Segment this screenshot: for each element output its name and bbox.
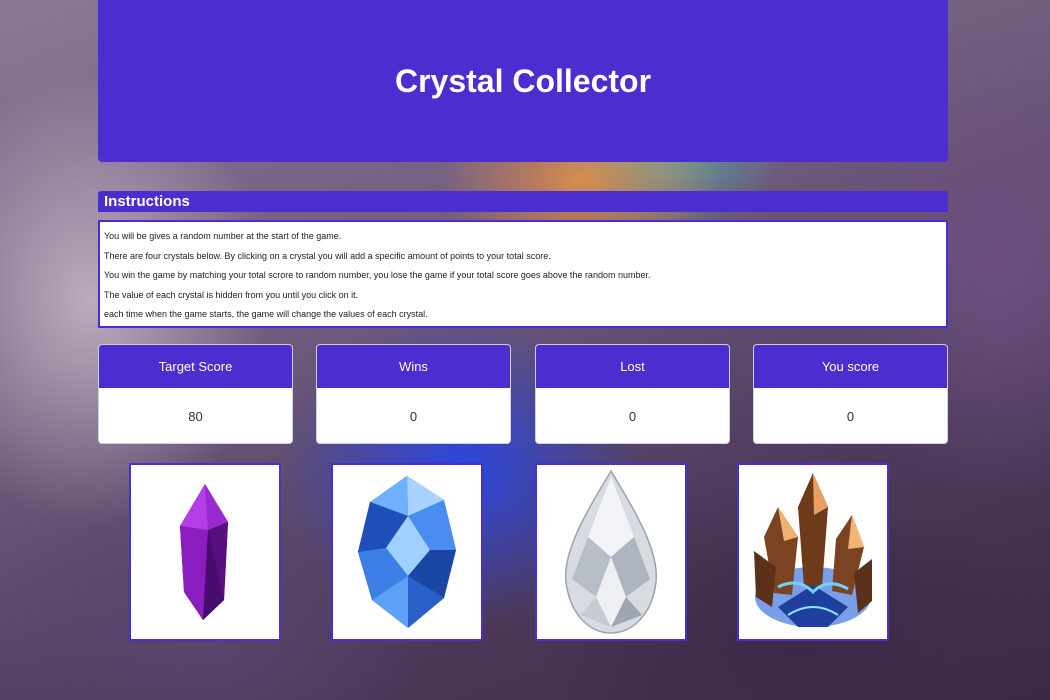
lost-value: 0 [628, 409, 637, 424]
instruction-line: The value of each crystal is hidden from… [104, 289, 359, 300]
crystal-button-4[interactable] [737, 463, 889, 641]
target-score-card: Target Score 80 [98, 344, 293, 444]
your-score-card: You score 0 [753, 344, 948, 444]
wins-value: 0 [409, 409, 418, 424]
instructions-heading: Instructions [98, 191, 948, 212]
lost-label: Lost [536, 345, 729, 388]
target-score-label: Target Score [99, 345, 292, 388]
your-score-value: 0 [846, 409, 855, 424]
crystal-button-2[interactable] [331, 463, 483, 641]
instruction-line: You win the game by matching your total … [104, 270, 651, 280]
wins-label: Wins [317, 345, 510, 388]
instruction-line: There are four crystals below. By clicki… [104, 250, 551, 261]
instructions-panel: You will be gives a random number at the… [98, 220, 948, 328]
crystal-button-3[interactable] [535, 463, 687, 641]
instruction-line: You will be gives a random number at the… [104, 231, 342, 241]
amber-blue-crystal-cluster-icon [754, 473, 872, 627]
instruction-line: each time when the game starts, the game… [104, 309, 428, 319]
your-score-label: You score [754, 345, 947, 388]
clear-teardrop-crystal-icon [565, 469, 657, 634]
header-banner: Crystal Collector [98, 0, 948, 162]
lost-card: Lost 0 [535, 344, 730, 444]
purple-crystal-icon [180, 484, 228, 620]
page-title: Crystal Collector [394, 62, 652, 99]
target-score-value: 80 [188, 409, 203, 424]
blue-crystal-icon [358, 476, 456, 628]
crystal-button-1[interactable] [129, 463, 281, 641]
wins-card: Wins 0 [316, 344, 511, 444]
